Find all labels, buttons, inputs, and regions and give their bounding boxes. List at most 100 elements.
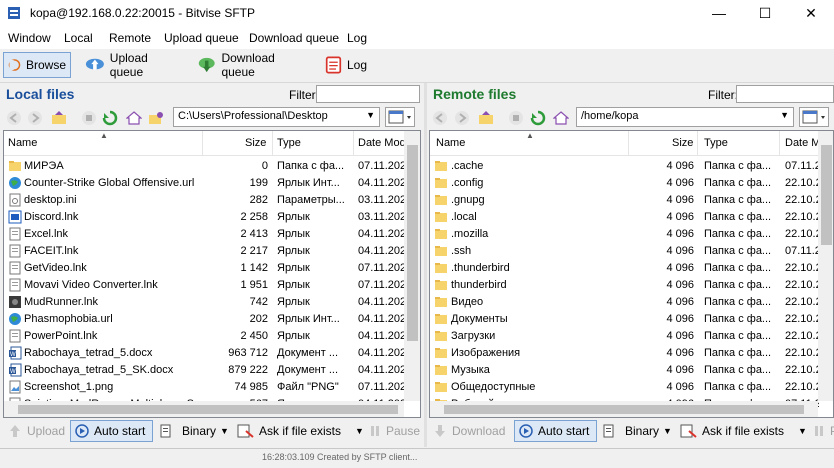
menu-remote[interactable]: Remote xyxy=(109,31,151,45)
refresh-icon[interactable] xyxy=(530,110,546,126)
local-filter-input[interactable] xyxy=(316,85,420,103)
stop-icon[interactable] xyxy=(81,110,97,126)
remote-filter-input[interactable] xyxy=(736,85,834,103)
remote-hscroll[interactable] xyxy=(430,401,818,417)
local-auto-start-button[interactable]: Auto start xyxy=(70,420,153,442)
local-vscroll[interactable] xyxy=(404,131,420,401)
remote-path-input[interactable]: /home/kopa ▼ xyxy=(576,107,794,127)
col-separator[interactable] xyxy=(353,131,354,155)
file-size: 1 142 xyxy=(240,262,268,274)
maximize-button[interactable]: ☐ xyxy=(742,0,788,27)
table-row[interactable]: Загрузки 4 096 Папка с фа... 22.10.20 xyxy=(430,328,833,345)
svg-text:W: W xyxy=(10,369,16,375)
table-row[interactable]: МИРЭА 0 Папка с фа... 07.11.202 xyxy=(4,158,420,175)
local-path-input[interactable]: C:\Users\Professional\Desktop ▼ xyxy=(173,107,380,127)
local-pause-button[interactable]: Pause xyxy=(365,420,423,442)
table-row[interactable]: .local 4 096 Папка с фа... 22.10.20 xyxy=(430,209,833,226)
parent-folder-icon[interactable] xyxy=(51,110,67,126)
download-button[interactable]: Download xyxy=(429,420,508,442)
local-col-type[interactable]: Type xyxy=(277,137,301,149)
document-icon xyxy=(9,261,21,275)
minimize-button[interactable]: — xyxy=(696,0,742,27)
table-row[interactable]: MudRunner.lnk 742 Ярлык 04.11.202 xyxy=(4,294,420,311)
table-row[interactable]: GetVideo.lnk 1 142 Ярлык 07.11.202 xyxy=(4,260,420,277)
local-view-button[interactable] xyxy=(385,107,415,127)
upload-queue-button[interactable]: Upload queue xyxy=(81,51,181,79)
remote-col-type[interactable]: Type xyxy=(704,137,728,149)
remote-binary-dropdown[interactable]: Binary ▼ xyxy=(600,420,675,442)
remote-auto-start-button[interactable]: Auto start xyxy=(514,420,597,442)
table-row[interactable]: thunderbird 4 096 Папка с фа... 22.10.20 xyxy=(430,277,833,294)
home-icon[interactable] xyxy=(553,110,569,126)
download-queue-button[interactable]: Download queue xyxy=(193,51,305,79)
table-row[interactable]: .mozilla 4 096 Папка с фа... 22.10.20 xyxy=(430,226,833,243)
local-hscroll-thumb[interactable] xyxy=(18,405,398,414)
parent-folder-icon[interactable] xyxy=(478,110,494,126)
menu-window[interactable]: Window xyxy=(8,31,51,45)
table-row[interactable]: Movavi Video Converter.lnk 1 951 Ярлык 07.1… xyxy=(4,277,420,294)
download-icon xyxy=(435,425,445,437)
close-button[interactable]: ✕ xyxy=(788,0,834,27)
col-separator[interactable] xyxy=(272,131,273,155)
table-row[interactable]: W Rabochaya_tetrad_5.docx 963 712 Документ … xyxy=(4,345,420,362)
remote-view-button[interactable] xyxy=(799,107,829,127)
menu-download-queue[interactable]: Download queue xyxy=(249,31,339,45)
file-name: thunderbird xyxy=(451,279,507,291)
table-row[interactable]: Музыка 4 096 Папка с фа... 22.10.20 xyxy=(430,362,833,379)
forward-icon[interactable] xyxy=(454,110,470,126)
col-separator[interactable] xyxy=(697,131,698,155)
menu-upload-queue[interactable]: Upload queue xyxy=(164,31,239,45)
table-row[interactable]: FACEIT.lnk 2 217 Ярлык 04.11.202 xyxy=(4,243,420,260)
remote-vscroll-thumb[interactable] xyxy=(821,145,832,245)
table-row[interactable]: desktop.ini 282 Параметры... 03.11.202 xyxy=(4,192,420,209)
table-row[interactable]: Видео 4 096 Папка с фа... 22.10.20 xyxy=(430,294,833,311)
new-folder-icon[interactable] xyxy=(148,110,164,126)
remote-col-date[interactable]: Date M xyxy=(785,137,820,149)
forward-icon[interactable] xyxy=(27,110,43,126)
pane-splitter[interactable] xyxy=(424,83,427,447)
stop-icon[interactable] xyxy=(508,110,524,126)
local-col-name[interactable]: Name xyxy=(8,137,37,149)
local-vscroll-thumb[interactable] xyxy=(407,145,418,341)
table-row[interactable]: .cache 4 096 Папка с фа... 07.11.20 xyxy=(430,158,833,175)
table-row[interactable]: .thunderbird 4 096 Папка с фа... 22.10.20 xyxy=(430,260,833,277)
table-row[interactable]: .config 4 096 Папка с фа... 22.10.20 xyxy=(430,175,833,192)
table-row[interactable]: .ssh 4 096 Папка с фа... 07.11.20 xyxy=(430,243,833,260)
browse-button[interactable]: Browse xyxy=(3,52,71,78)
back-icon[interactable] xyxy=(6,110,22,126)
remote-col-name[interactable]: Name xyxy=(436,137,465,149)
back-icon[interactable] xyxy=(432,110,448,126)
log-button[interactable]: Log xyxy=(321,52,371,78)
table-row[interactable]: .gnupg 4 096 Папка с фа... 22.10.20 xyxy=(430,192,833,209)
table-row[interactable]: Общедоступные 4 096 Папка с фа... 22.10.20 xyxy=(430,379,833,396)
remote-vscroll[interactable] xyxy=(818,131,833,401)
table-row[interactable]: Discord.lnk 2 258 Ярлык 03.11.202 xyxy=(4,209,420,226)
local-col-date[interactable]: Date Mod xyxy=(358,137,406,149)
table-row[interactable]: Phasmophobia.url 202 Ярлык Инт... 04.11.202 xyxy=(4,311,420,328)
local-col-size[interactable]: Size xyxy=(245,137,266,149)
local-ask-label: Ask if file exists xyxy=(259,424,342,438)
upload-button[interactable]: Upload xyxy=(4,420,68,442)
menu-log[interactable]: Log xyxy=(347,31,367,45)
local-ask-dropdown[interactable]: Ask if file exists ▼ xyxy=(234,420,367,442)
table-row[interactable]: PowerPoint.lnk 2 450 Ярлык 04.11.202 xyxy=(4,328,420,345)
file-size: 4 096 xyxy=(666,160,694,172)
remote-pause-button[interactable]: P xyxy=(809,420,834,442)
table-row[interactable]: Counter-Strike Global Offensive.url 199 Яр… xyxy=(4,175,420,192)
menu-local[interactable]: Local xyxy=(64,31,93,45)
table-row[interactable]: Документы 4 096 Папка с фа... 22.10.20 xyxy=(430,311,833,328)
local-binary-dropdown[interactable]: Binary ▼ xyxy=(157,420,232,442)
col-separator[interactable] xyxy=(202,131,203,155)
table-row[interactable]: Excel.lnk 2 413 Ярлык 04.11.202 xyxy=(4,226,420,243)
table-row[interactable]: W Rabochaya_tetrad_5_SK.docx 879 222 Докуме… xyxy=(4,362,420,379)
col-separator[interactable] xyxy=(779,131,780,155)
remote-hscroll-thumb[interactable] xyxy=(444,405,804,414)
local-hscroll[interactable] xyxy=(4,401,404,417)
remote-col-size[interactable]: Size xyxy=(672,137,693,149)
table-row[interactable]: Screenshot_1.png 74 985 Файл "PNG" 07.11.20… xyxy=(4,379,420,396)
col-separator[interactable] xyxy=(628,131,629,155)
refresh-icon[interactable] xyxy=(102,110,118,126)
home-icon[interactable] xyxy=(126,110,142,126)
table-row[interactable]: Изображения 4 096 Папка с фа... 22.10.20 xyxy=(430,345,833,362)
remote-ask-dropdown[interactable]: Ask if file exists ▼ xyxy=(677,420,810,442)
